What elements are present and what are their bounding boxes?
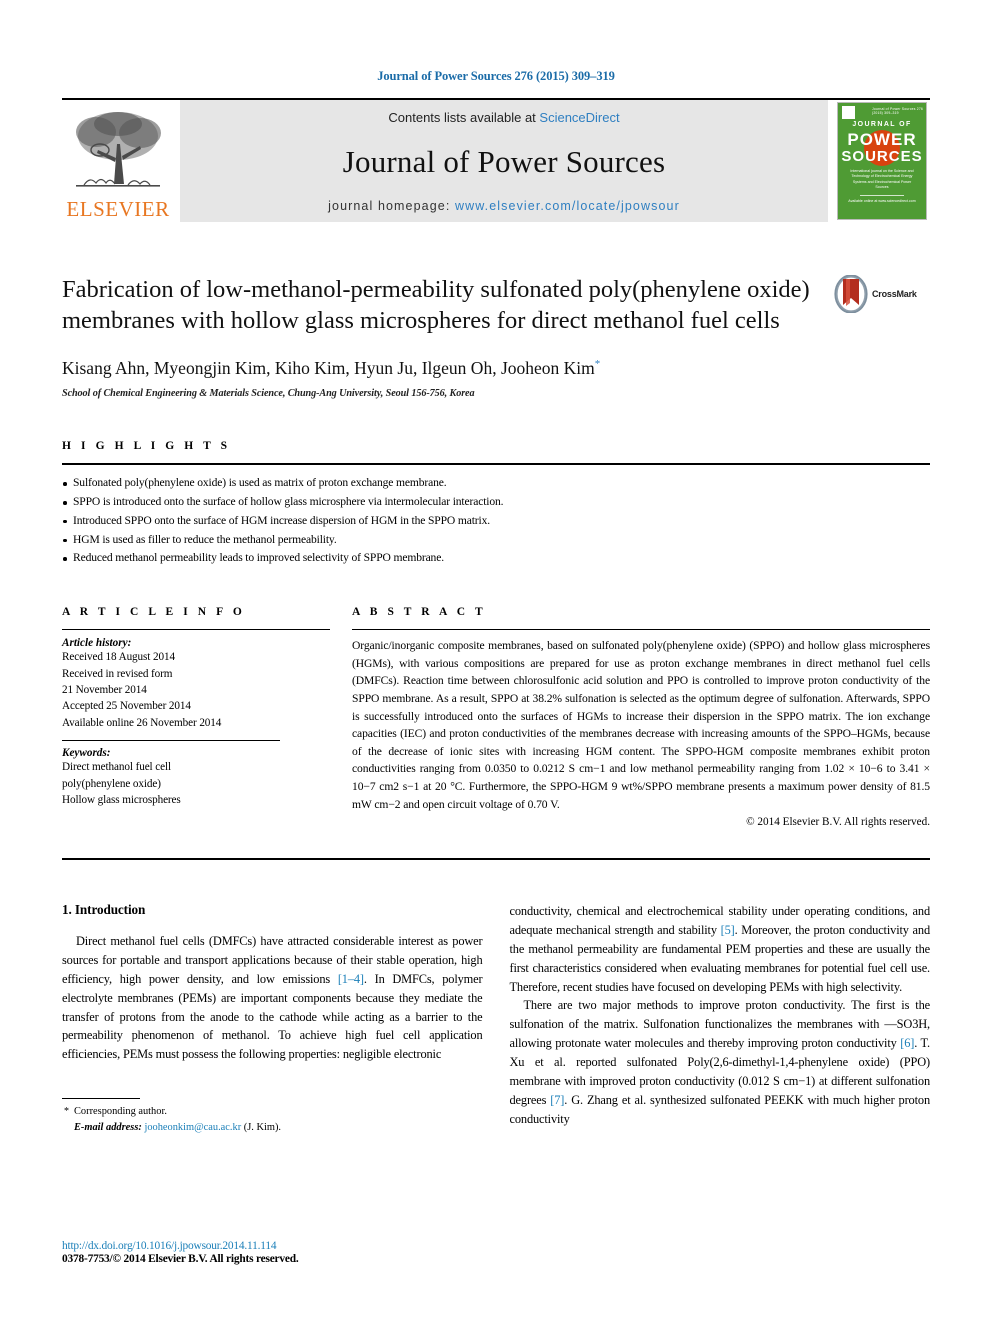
article-info-heading: A R T I C L E I N F O <box>62 606 246 619</box>
keyword-item: Hollow glass microspheres <box>62 794 181 807</box>
cover-footer-text: Available online at www.sciencedirect.co… <box>848 199 916 203</box>
cover-issue-line: Journal of Power Sources 276 (2015) 309–… <box>872 107 924 115</box>
contents-prefix: Contents lists available at <box>388 110 540 125</box>
list-item: Sulfonated poly(phenylene oxide) is used… <box>62 474 930 493</box>
journal-title: Journal of Power Sources <box>342 144 666 179</box>
article-history-line: Received 18 August 2014 <box>62 651 175 664</box>
journal-cover-thumbnail[interactable]: Journal of Power Sources 276 (2015) 309–… <box>834 100 930 222</box>
page-footer: http://dx.doi.org/10.1016/j.jpowsour.201… <box>62 1240 502 1265</box>
footnote-email-line: E-mail address: jooheonkim@cau.ac.kr (J.… <box>62 1120 483 1136</box>
highlights-section: H I G H L I G H T S Sulfonated poly(phen… <box>62 440 930 568</box>
cover-divider <box>860 195 904 196</box>
citation-ref[interactable]: [6] <box>900 1036 914 1050</box>
body-column-left: 1. Introduction Direct methanol fuel cel… <box>62 902 483 1135</box>
crossmark-icon <box>834 274 868 314</box>
article-history-line: Received in revised form <box>62 667 173 680</box>
cover-word-power: POWER <box>847 130 917 149</box>
abstract-copyright: © 2014 Elsevier B.V. All rights reserved… <box>746 816 930 829</box>
article-history-line: 21 November 2014 <box>62 684 147 697</box>
crossmark-badge[interactable]: CrossMark <box>834 274 930 314</box>
journal-cover-image: Journal of Power Sources 276 (2015) 309–… <box>837 102 927 220</box>
article-history-line: Accepted 25 November 2014 <box>62 700 191 713</box>
citation-ref[interactable]: [1–4] <box>338 972 364 986</box>
footnote-email-label: E-mail address: <box>74 1121 142 1133</box>
footnote-rule <box>62 1098 140 1100</box>
footnote-email-suffix: (J. Kim). <box>243 1121 281 1133</box>
paragraph: Direct methanol fuel cells (DMFCs) have … <box>62 934 483 1062</box>
abstract-column: A B S T R A C T Organic/inorganic compos… <box>352 606 930 828</box>
doi-link[interactable]: http://dx.doi.org/10.1016/j.jpowsour.201… <box>62 1240 502 1252</box>
article-page: Journal of Power Sources 276 (2015) 309–… <box>0 0 992 1323</box>
footnote-star-marker: * <box>64 1106 69 1118</box>
keyword-item: Direct methanol fuel cell <box>62 761 172 774</box>
journal-header-band: ELSEVIER Contents lists available at Sci… <box>62 100 930 222</box>
journal-homepage-line: journal homepage: www.elsevier.com/locat… <box>328 199 680 213</box>
crossmark-label: CrossMark <box>872 289 917 299</box>
body-columns: 1. Introduction Direct methanol fuel cel… <box>62 902 930 1135</box>
body-column-right: conductivity, chemical and electrochemic… <box>510 902 931 1135</box>
cover-word-sources: SOURCES <box>841 148 923 165</box>
article-info-rule <box>62 629 330 631</box>
keyword-item: poly(phenylene oxide) <box>62 777 161 790</box>
abstract-text: Organic/inorganic composite membranes, b… <box>352 639 930 811</box>
footnote-corresponding-text: Corresponding author. <box>74 1106 167 1118</box>
abstract-heading: A B S T R A C T <box>352 606 487 619</box>
article-info-column: A R T I C L E I N F O Article history: R… <box>62 606 330 828</box>
cover-kicker: JOURNAL OF <box>852 121 912 128</box>
list-item: Introduced SPPO onto the surface of HGM … <box>62 512 930 531</box>
article-history-line: Available online 26 November 2014 <box>62 716 222 729</box>
title-block: Fabrication of low-methanol-permeability… <box>62 274 930 399</box>
author-list: Kisang Ahn, Myeongjin Kim, Kiho Kim, Hyu… <box>62 358 820 379</box>
list-item: SPPO is introduced onto the surface of h… <box>62 493 930 512</box>
homepage-prefix: journal homepage: <box>328 199 455 213</box>
highlights-list: Sulfonated poly(phenylene oxide) is used… <box>62 474 930 568</box>
paper-title: Fabrication of low-methanol-permeability… <box>62 276 810 335</box>
list-item: Reduced methanol permeability leads to i… <box>62 549 930 568</box>
citation-ref[interactable]: [5] <box>721 923 735 937</box>
cover-publisher-mark-icon <box>842 106 855 119</box>
journal-homepage-link[interactable]: www.elsevier.com/locate/jpowsour <box>455 199 680 213</box>
abstract-bottom-rule <box>62 858 930 861</box>
keywords-label: Keywords: <box>62 747 111 760</box>
article-history-label: Article history: <box>62 637 132 650</box>
issn-copyright: 0378-7753/© 2014 Elsevier B.V. All right… <box>62 1253 299 1265</box>
citation-ref[interactable]: [7] <box>550 1093 564 1107</box>
journal-banner: Contents lists available at ScienceDirec… <box>180 100 828 222</box>
paragraph: conductivity, chemical and electrochemic… <box>509 904 931 994</box>
list-item: HGM is used as filler to reduce the meth… <box>62 531 930 550</box>
affiliation: School of Chemical Engineering & Materia… <box>62 388 475 400</box>
keywords-rule <box>62 740 280 742</box>
elsevier-tree-icon <box>76 112 161 187</box>
corresponding-author-marker: * <box>594 358 601 371</box>
sciencedirect-link[interactable]: ScienceDirect <box>539 110 619 125</box>
author-names: Kisang Ahn, Myeongjin Kim, Kiho Kim, Hyu… <box>62 358 595 379</box>
running-head: Journal of Power Sources 276 (2015) 309–… <box>377 69 615 83</box>
highlights-rule <box>62 463 930 466</box>
footnote-corresponding: * Corresponding author. <box>62 1104 483 1120</box>
elsevier-logo[interactable]: ELSEVIER <box>62 100 174 222</box>
section-heading-introduction: 1. Introduction <box>62 902 146 918</box>
paragraph: There are two major methods to improve p… <box>509 998 931 1126</box>
info-abstract-section: A R T I C L E I N F O Article history: R… <box>62 606 930 828</box>
cover-tagline: International journal on the Science and… <box>850 169 914 190</box>
abstract-rule <box>352 629 930 631</box>
highlights-heading: H I G H L I G H T S <box>62 440 231 453</box>
footnote-email-link[interactable]: jooheonkim@cau.ac.kr <box>144 1122 241 1133</box>
contents-list-line: Contents lists available at ScienceDirec… <box>388 110 619 125</box>
elsevier-wordmark: ELSEVIER <box>66 197 170 221</box>
corresponding-author-footnote: * Corresponding author. E-mail address: … <box>62 1098 483 1135</box>
